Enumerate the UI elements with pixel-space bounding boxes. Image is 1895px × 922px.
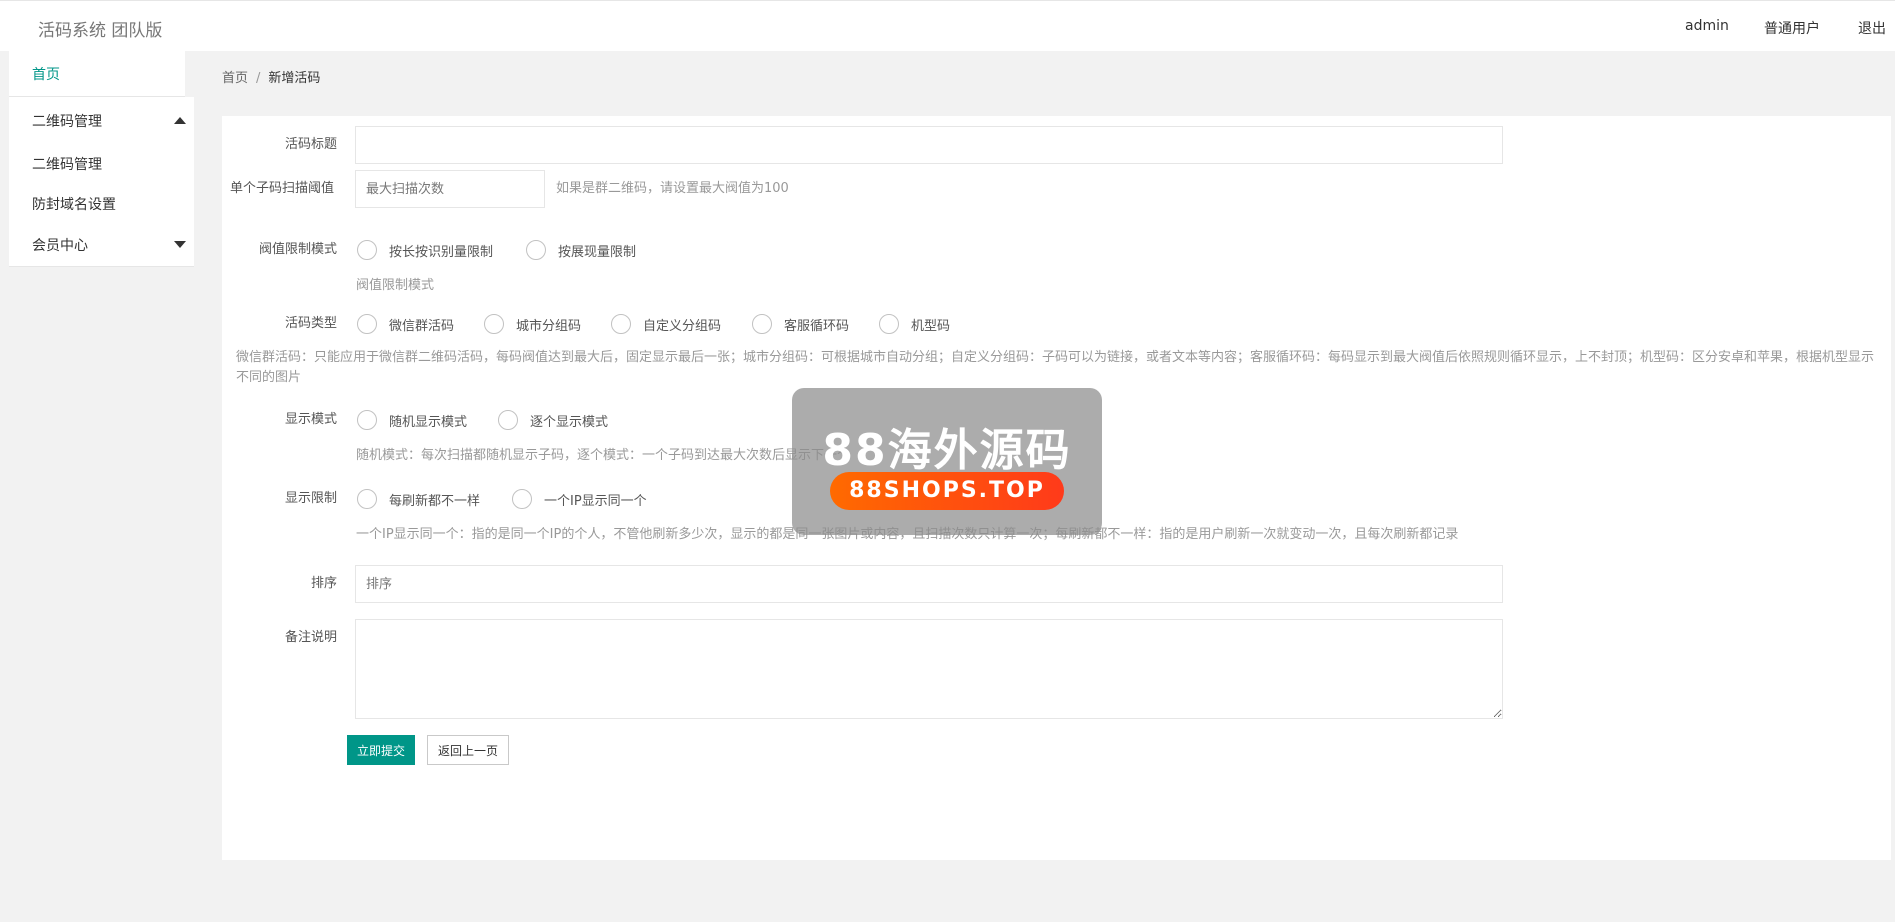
threshold-hint: 如果是群二维码，请设置最大阀值为100 [556, 181, 789, 196]
sort-label: 排序 [310, 576, 337, 591]
breadcrumb-current: 新增活码 [268, 71, 321, 86]
sidebar-item-label: 防封域名设置 [32, 197, 116, 213]
radio-label: 一个IP显示同一个 [544, 494, 647, 509]
user-role-link[interactable]: 普通用户 [1764, 18, 1820, 38]
radio-label: 微信群活码 [389, 319, 455, 334]
radio-circle [752, 314, 772, 334]
title-input[interactable] [355, 126, 1503, 164]
logout-link[interactable]: 退出 [1858, 18, 1886, 38]
radio-circle [357, 489, 377, 509]
threshold-input[interactable] [355, 170, 545, 208]
type-label: 活码类型 [284, 316, 337, 331]
sidebar-menu: 二维码管理 二维码管理 防封域名设置 会员中心 [9, 97, 194, 267]
sidebar-item-home-label: 首页 [32, 67, 60, 83]
remark-label: 备注说明 [284, 630, 337, 645]
sort-input[interactable] [355, 565, 1503, 603]
threshold-label: 单个子码扫描阈值 [229, 181, 334, 196]
sidebar-item-qrcode-manage[interactable]: 二维码管理 [9, 146, 194, 180]
radio-circle [357, 410, 377, 430]
type-hint: 微信群活码：只能应用于微信群二维码活码，每码阀值达到最大后，固定显示最后一张；城… [236, 350, 1875, 385]
title-label: 活码标题 [284, 137, 337, 152]
watermark-title: 88海外源码 [822, 425, 1072, 476]
display-mode-label: 显示模式 [284, 412, 337, 427]
submit-button[interactable]: 立即提交 [347, 735, 415, 765]
radio-label: 按展现量限制 [558, 245, 637, 260]
radio-label: 按长按识别量限制 [389, 245, 494, 260]
limit-mode-label: 阀值限制模式 [258, 242, 337, 257]
radio-circle [512, 489, 532, 509]
radio-label: 城市分组码 [516, 319, 582, 334]
radio-circle [357, 240, 377, 260]
username-link[interactable]: admin [1685, 18, 1729, 34]
radio-circle [498, 410, 518, 430]
sidebar-item-domain-settings[interactable]: 防封域名设置 [9, 186, 194, 220]
radio-circle [879, 314, 899, 334]
caret-down-icon [174, 241, 186, 248]
radio-circle [526, 240, 546, 260]
back-button[interactable]: 返回上一页 [427, 735, 509, 765]
radio-circle [484, 314, 504, 334]
radio-label: 逐个显示模式 [530, 415, 609, 430]
sidebar-item-home[interactable]: 首页 [9, 51, 185, 97]
limit-mode-hint: 阀值限制模式 [356, 278, 435, 293]
app-logo[interactable]: 活码系统 团队版 [38, 16, 162, 41]
radio-circle [611, 314, 631, 334]
remark-textarea[interactable] [355, 619, 1503, 719]
radio-label: 机型码 [911, 319, 951, 334]
sidebar-item-label: 会员中心 [32, 238, 88, 254]
radio-circle [357, 314, 377, 334]
sidebar-item-label: 二维码管理 [32, 114, 102, 130]
caret-up-icon [174, 117, 186, 124]
radio-label: 随机显示模式 [389, 415, 468, 430]
radio-label: 客服循环码 [784, 319, 850, 334]
sidebar-item-qrcode-group[interactable]: 二维码管理 [9, 103, 194, 137]
sidebar: 首页 二维码管理 二维码管理 防封域名设置 会员中心 [0, 51, 208, 922]
radio-label: 自定义分组码 [643, 319, 722, 334]
breadcrumb-home[interactable]: 首页 [222, 71, 248, 86]
display-mode-hint: 随机模式：每次扫描都随机显示子码，逐个模式：一个子码到达最大次数后显示下一个 [356, 448, 851, 463]
sidebar-item-member-center[interactable]: 会员中心 [9, 227, 194, 261]
sidebar-item-label: 二维码管理 [32, 157, 102, 173]
watermark-overlay: 88海外源码 88SHOPS.TOP [792, 388, 1102, 535]
watermark-badge: 88SHOPS.TOP [830, 472, 1064, 510]
show-limit-label: 显示限制 [284, 491, 337, 506]
breadcrumb: 首页 / 新增活码 [222, 67, 320, 86]
top-header: 活码系统 团队版 admin 普通用户 退出 [0, 0, 1895, 51]
breadcrumb-separator: / [256, 71, 261, 86]
radio-label: 每刷新都不一样 [389, 494, 481, 509]
